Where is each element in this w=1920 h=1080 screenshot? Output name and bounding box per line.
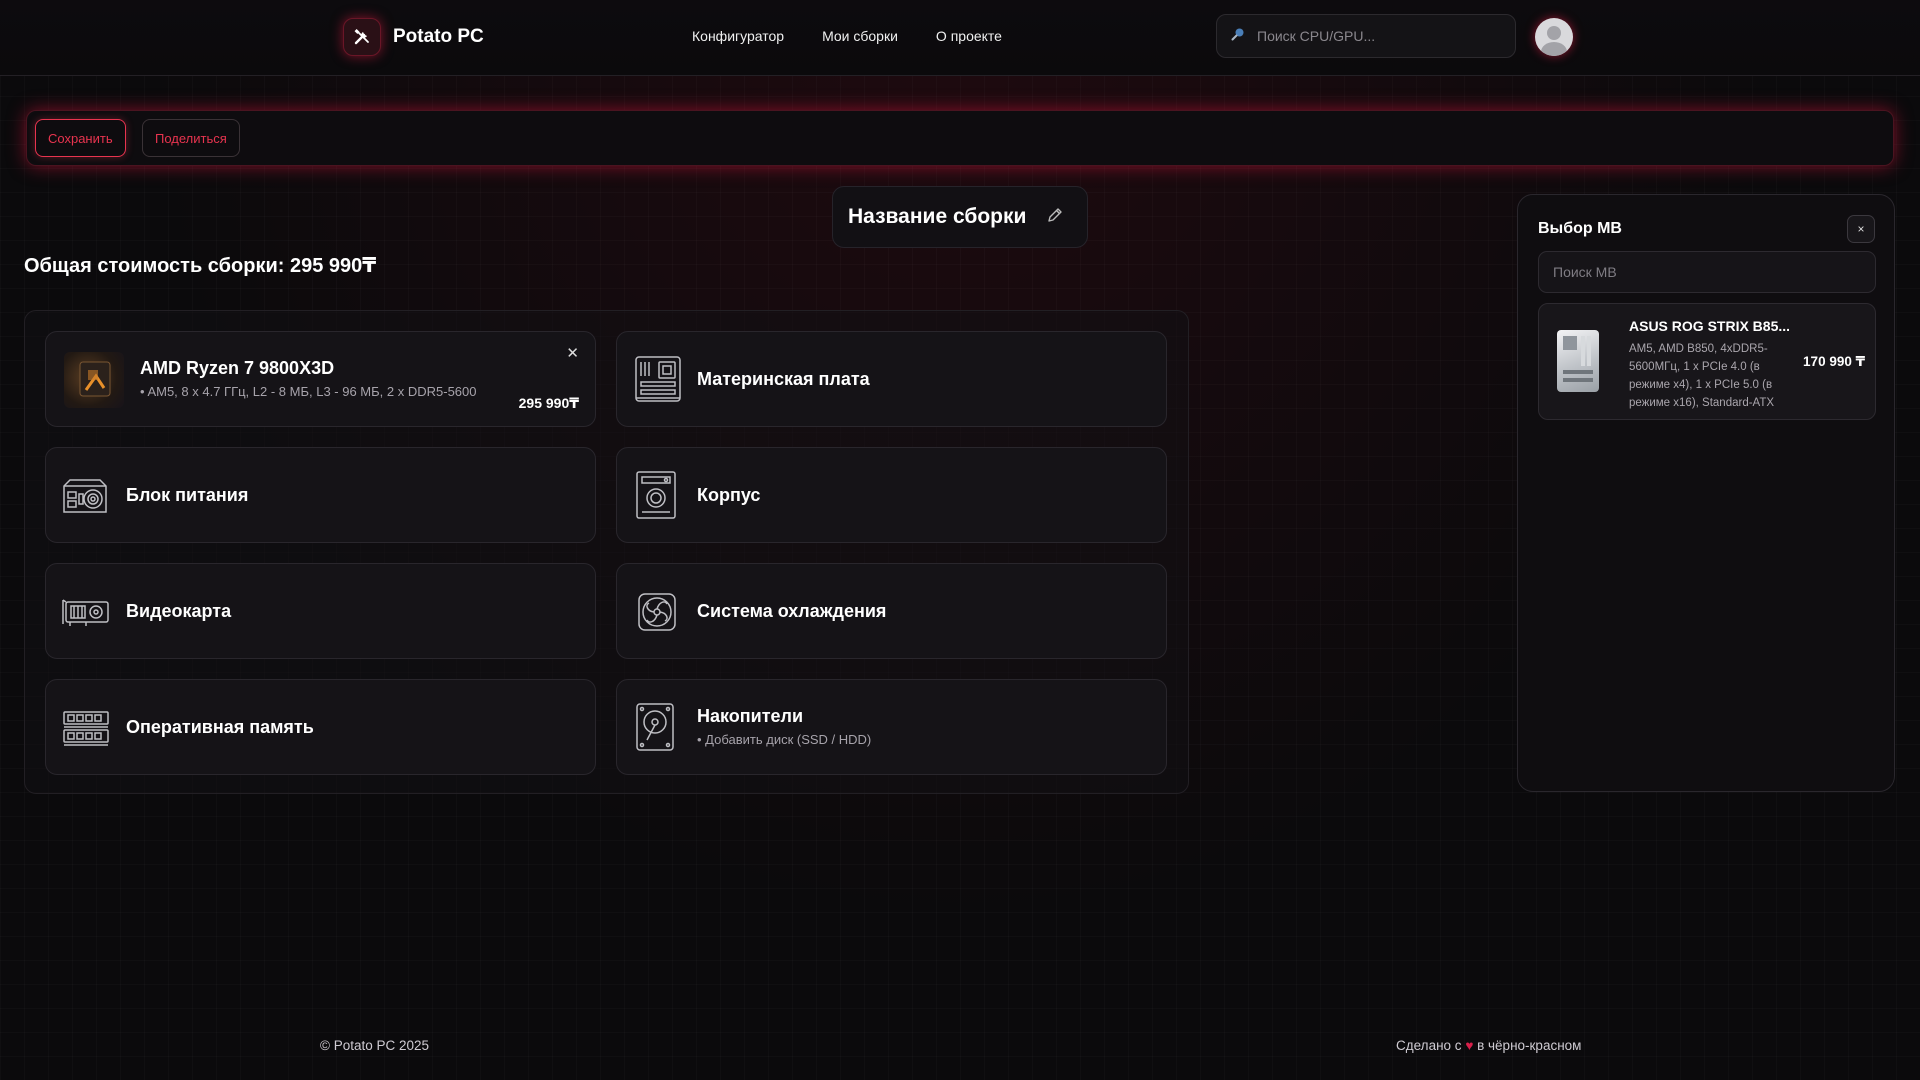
main-nav: Конфигуратор Мои сборки О проекте	[692, 28, 1002, 44]
memory-ram-icon	[62, 706, 109, 750]
motherboard-label: Материнская плата	[697, 369, 870, 389]
global-search[interactable]	[1216, 14, 1516, 58]
cpu-thumbnail	[64, 352, 124, 408]
graphics-card-icon	[62, 590, 109, 634]
heart-icon: ♥	[1465, 1038, 1474, 1053]
panel-close-button[interactable]: ×	[1847, 215, 1875, 243]
power-supply-icon	[62, 474, 108, 518]
mb-search-input[interactable]	[1551, 263, 1855, 281]
brand-logo[interactable]: Potato PC	[343, 18, 484, 56]
save-button[interactable]: Сохранить	[35, 119, 126, 157]
panel-search-box[interactable]	[1538, 251, 1876, 293]
footer-made-with: Сделано с ♥ в чёрно-красном	[1396, 1038, 1581, 1053]
cpu-specs: • AM5, 8 x 4.7 ГГц, L2 - 8 МБ, L3 - 96 М…	[140, 384, 477, 399]
search-input[interactable]	[1255, 27, 1499, 45]
build-toolbar: Сохранить Поделиться	[26, 110, 1894, 166]
user-avatar[interactable]	[1535, 18, 1573, 56]
nav-about[interactable]: О проекте	[936, 28, 1002, 44]
component-case[interactable]: Корпус	[616, 447, 1167, 543]
nav-my-builds[interactable]: Мои сборки	[822, 28, 898, 44]
hard-drive-icon	[635, 702, 681, 751]
build-name-box[interactable]: Название сборки	[832, 186, 1088, 248]
component-cpu[interactable]: AMD Ryzen 7 9800X3D • AM5, 8 x 4.7 ГГц, …	[45, 331, 596, 427]
cooling-fan-icon	[637, 590, 683, 634]
motherboard-picker-panel: Выбор MB × ASUS ROG STRIX B85... AM5, AM…	[1517, 194, 1895, 792]
motherboard-thumbnail	[1557, 330, 1599, 392]
mb-item-specs: AM5, AMD B850, 4xDDR5-5600МГц, 1 x PCIe …	[1629, 343, 1775, 409]
component-ram[interactable]: Оперативная память	[45, 679, 596, 775]
list-item[interactable]: ASUS ROG STRIX B85... AM5, AMD B850, 4xD…	[1538, 303, 1876, 420]
component-gpu[interactable]: Видеокарта	[45, 563, 596, 659]
brand-name: Potato PC	[393, 26, 484, 47]
edit-pencil-icon[interactable]	[1046, 206, 1064, 229]
cpu-price: 295 990₸	[518, 395, 579, 411]
mb-item-name: ASUS ROG STRIX B85...	[1629, 318, 1789, 334]
build-name: Название сборки	[848, 205, 1027, 228]
pc-case-icon	[633, 470, 679, 519]
gpu-label: Видеокарта	[126, 601, 232, 621]
psu-label: Блок питания	[126, 485, 249, 505]
panel-title: Выбор MB	[1538, 220, 1622, 237]
mb-item-price: 170 990 ₸	[1803, 354, 1865, 369]
storage-add-hint[interactable]: • Добавить диск (SSD / HDD)	[697, 732, 871, 747]
search-icon	[1231, 27, 1245, 46]
nav-configurator[interactable]: Конфигуратор	[692, 28, 784, 44]
storage-label: Накопители	[697, 706, 804, 726]
component-cooling[interactable]: Система охлаждения	[616, 563, 1167, 659]
footer-made-pre: Сделано с	[1396, 1038, 1462, 1053]
case-label: Корпус	[697, 485, 761, 505]
components-grid: AMD Ryzen 7 9800X3D • AM5, 8 x 4.7 ГГц, …	[24, 310, 1189, 794]
tools-icon	[343, 18, 381, 56]
motherboard-icon	[633, 354, 681, 402]
top-header: Potato PC Конфигуратор Мои сборки О прое…	[0, 0, 1920, 76]
share-button[interactable]: Поделиться	[142, 119, 240, 157]
cpu-name: AMD Ryzen 7 9800X3D	[140, 358, 335, 378]
footer-copyright: © Potato PC 2025	[320, 1038, 430, 1053]
cooling-label: Система охлаждения	[697, 601, 887, 621]
ram-label: Оперативная память	[126, 717, 314, 737]
build-total-price: Общая стоимость сборки: 295 990₸	[24, 255, 377, 277]
remove-cpu-close-icon[interactable]: ✕	[566, 344, 579, 362]
component-motherboard[interactable]: Материнская плата	[616, 331, 1167, 427]
component-psu[interactable]: Блок питания	[45, 447, 596, 543]
component-storage[interactable]: Накопители • Добавить диск (SSD / HDD)	[616, 679, 1167, 775]
footer-made-post: в чёрно-красном	[1477, 1038, 1582, 1053]
